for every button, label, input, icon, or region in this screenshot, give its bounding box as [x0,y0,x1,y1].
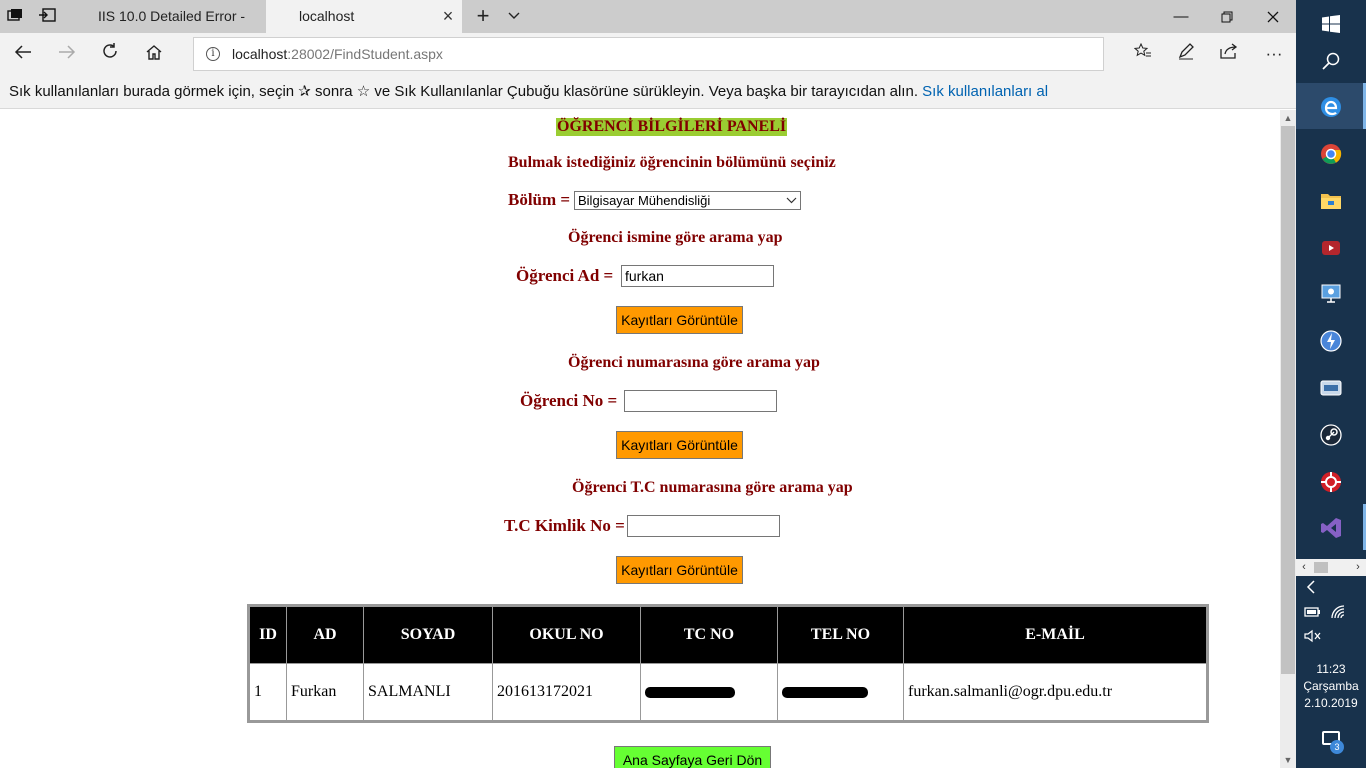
forward-button[interactable] [54,42,80,66]
chevron-down-icon[interactable] [504,0,524,33]
redaction-mark [782,686,868,698]
file-explorer-icon[interactable] [1296,177,1366,223]
clock-day: Çarşamba [1303,679,1359,693]
taskbar-scroll-thumb[interactable] [1314,562,1328,573]
back-button[interactable] [10,42,36,66]
show-records-by-number-button[interactable]: Kayıtları Görüntüle [616,431,743,459]
column-header-email: E-MAİL [903,605,1208,664]
scroll-up-icon[interactable]: ▲ [1280,111,1296,125]
show-records-by-name-button[interactable]: Kayıtları Görüntüle [616,306,743,334]
table-row: 1 Furkan SALMANLI 201613172021 furkan.sa… [248,663,1208,722]
name-label: Öğrenci Ad = [516,266,614,285]
back-to-home-button[interactable]: Ana Sayfaya Geri Dön [614,746,771,768]
pen-icon[interactable] [1173,42,1199,66]
edge-taskbar-icon[interactable] [1296,83,1366,129]
connection-app-icon[interactable] [1296,364,1366,410]
steam-icon[interactable] [1296,411,1366,457]
cell-ad: Furkan [286,663,364,722]
student-number-input[interactable] [624,390,777,412]
tc-label: T.C Kimlik No = [504,516,625,535]
url-path: :28002/FindStudent.aspx [287,46,443,62]
url-text[interactable]: localhost:28002/FindStudent.aspx [232,38,443,70]
favorites-bar: Sık kullanılanları burada görmek için, s… [0,75,1296,109]
import-favorites-link[interactable]: Sık kullanılanları al [922,83,1048,100]
department-selected-value: Bilgisayar Mühendisliği [578,193,711,208]
page-scrollbar[interactable]: ▲ ▼ [1280,110,1296,768]
volume-muted-icon[interactable] [1304,629,1322,646]
minimize-button[interactable]: — [1158,0,1204,33]
system-clock[interactable]: 11:23 Çarşamba 2.10.2019 [1296,661,1366,712]
chrome-taskbar-icon[interactable] [1296,130,1366,176]
tc-number-input[interactable] [627,515,780,537]
number-search-heading: Öğrenci numarasına göre arama yap [568,354,820,371]
antivirus-icon[interactable] [1296,458,1366,504]
media-player-icon[interactable] [1296,224,1366,270]
chevron-down-icon [786,192,797,210]
column-header-ad: AD [286,605,364,664]
column-header-okul-no: OKUL NO [492,605,641,664]
new-tab-icon[interactable]: + [472,0,494,33]
cell-id: 1 [248,663,287,722]
scrollbar-thumb[interactable] [1281,126,1295,674]
tab-manager-icon[interactable] [6,8,24,24]
more-options-icon[interactable]: ··· [1261,42,1287,66]
cell-tel-no-redacted [777,663,904,722]
cell-soyad: SALMANLI [363,663,493,722]
taskbar-scroll[interactable]: ‹ › [1296,559,1366,576]
table-header-row: ID AD SOYAD OKUL NO TC NO TEL NO E-MAİL [248,605,1208,664]
share-icon[interactable] [1216,42,1242,66]
show-records-by-tc-button[interactable]: Kayıtları Görüntüle [616,556,743,584]
scroll-left-icon[interactable]: ‹ [1296,559,1312,576]
department-select[interactable]: Bilgisayar Mühendisliği [574,191,801,210]
clock-time: 11:23 [1316,662,1346,676]
address-bar[interactable]: i localhost:28002/FindStudent.aspx [193,37,1104,71]
restore-button[interactable] [1204,0,1250,33]
number-label: Öğrenci No = [520,391,618,410]
navigation-bar: i localhost:28002/FindStudent.aspx ··· [0,33,1296,75]
column-header-id: ID [248,605,287,664]
favorites-icon[interactable] [1130,42,1156,66]
tab-localhost[interactable]: localhost × [266,0,462,33]
name-search-heading: Öğrenci ismine göre arama yap [568,229,783,246]
visual-studio-icon[interactable] [1296,504,1366,550]
search-icon[interactable] [1296,37,1366,83]
page-content: ÖĞRENCİ BİLGİLERİ PANELİ Bulmak istediği… [0,110,1280,768]
tab-iis-error[interactable]: IIS 10.0 Detailed Error - 403 [66,0,266,57]
student-name-input[interactable]: furkan [621,265,774,287]
clock-date: 2.10.2019 [1304,696,1358,710]
tc-search-heading: Öğrenci T.C numarasına göre arama yap [572,479,853,496]
tab-label: localhost [299,8,355,24]
show-hidden-icons-icon[interactable] [1306,580,1316,597]
scroll-right-icon[interactable]: › [1350,559,1366,576]
notification-count-badge: 3 [1330,740,1344,754]
battery-icon[interactable] [1304,606,1322,621]
taskbar [1296,0,1366,768]
refresh-button[interactable] [97,42,123,66]
wifi-icon[interactable] [1330,604,1346,623]
close-tab-icon[interactable]: × [440,0,456,33]
close-window-button[interactable] [1250,0,1296,33]
app-launcher-icon[interactable] [1296,317,1366,363]
url-host: localhost [232,46,288,62]
department-prompt: Bulmak istediğiniz öğrencinin bölümünü s… [508,154,836,171]
results-table: ID AD SOYAD OKUL NO TC NO TEL NO E-MAİL … [247,604,1209,723]
cell-email: furkan.salmanli@ogr.dpu.edu.tr [903,663,1208,722]
department-label: Bölüm = [508,190,571,209]
column-header-tc-no: TC NO [640,605,778,664]
site-info-icon[interactable]: i [206,47,220,61]
cell-okul-no: 201613172021 [492,663,641,722]
set-tabs-aside-icon[interactable] [38,8,56,24]
remote-desktop-icon[interactable] [1296,270,1366,316]
favorites-message: Sık kullanılanları burada görmek için, s… [9,83,918,100]
column-header-tel-no: TEL NO [777,605,904,664]
scroll-down-icon[interactable]: ▼ [1280,753,1296,767]
redaction-mark [645,686,735,698]
tab-bar: IIS 10.0 Detailed Error - 403 localhost … [0,0,1296,57]
home-button[interactable] [141,42,167,66]
column-header-soyad: SOYAD [363,605,493,664]
cell-tc-no-redacted [640,663,778,722]
page-title: ÖĞRENCİ BİLGİLERİ PANELİ [556,118,788,136]
